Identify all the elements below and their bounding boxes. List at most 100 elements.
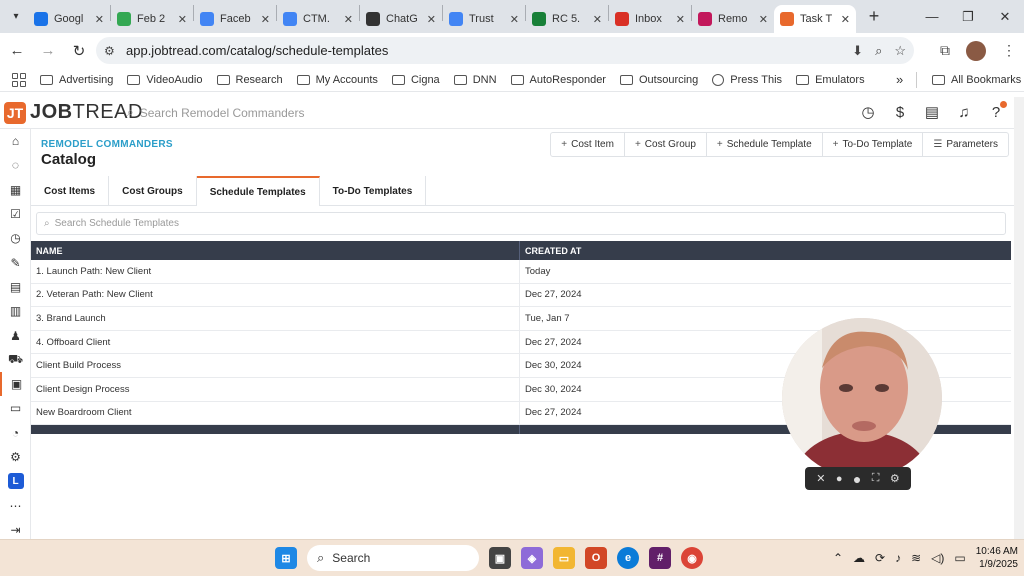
action-button-cost-group[interactable]: + Cost Group (625, 133, 707, 156)
workspace-item[interactable]: L (0, 469, 31, 493)
site-info-icon[interactable]: ⚙ (104, 44, 124, 58)
more-icon[interactable]: ⋯ (0, 493, 31, 517)
template-search-input[interactable]: ⌕ Search Schedule Templates (36, 212, 1006, 235)
profile-avatar[interactable] (966, 40, 986, 61)
clipboard-icon[interactable]: ▤ (922, 101, 942, 123)
help-icon[interactable]: ? (986, 101, 1007, 123)
bookmark-item[interactable]: My Accounts (296, 74, 378, 86)
battery-icon[interactable]: ▭ (954, 551, 965, 565)
action-button-parameters[interactable]: ☰ Parameters (923, 133, 1008, 156)
bell-icon[interactable]: ♫ (954, 101, 974, 123)
small-size-icon[interactable]: ● (836, 473, 843, 485)
dollar-icon[interactable]: $ (890, 101, 910, 123)
large-size-icon[interactable]: ● (853, 471, 861, 487)
browser-tab[interactable]: Task T ✕ (774, 5, 856, 33)
action-button-cost-item[interactable]: + Cost Item (551, 133, 625, 156)
webcam-overlay[interactable] (782, 318, 942, 478)
tab-schedule-templates[interactable]: Schedule Templates (196, 176, 320, 206)
settings-gear-icon[interactable]: ⚙ (0, 445, 31, 469)
close-window-icon[interactable]: ✕ (982, 0, 1024, 33)
tab-cost-items[interactable]: Cost Items (31, 176, 110, 206)
bookmark-item[interactable]: DNN (453, 74, 497, 86)
tab-close-icon[interactable]: ✕ (676, 13, 685, 26)
catalog-book-icon[interactable]: ▣ (0, 371, 31, 397)
wifi-icon[interactable]: ≋ (911, 551, 921, 565)
org-name[interactable]: REMODEL COMMANDERS (41, 139, 173, 150)
task-view-icon[interactable]: ▣ (489, 547, 511, 569)
template-name[interactable]: 2. Veteran Path: New Client (31, 283, 520, 307)
template-name[interactable]: New Boardroom Client (31, 401, 520, 425)
bookmark-item[interactable]: Outsourcing (619, 74, 698, 86)
chrome-icon[interactable]: ◉ (681, 547, 703, 569)
install-app-icon[interactable]: ⬇ (852, 43, 863, 59)
tasks-icon[interactable]: ☑ (0, 202, 31, 226)
browser-tab[interactable]: Feb 2 ✕ (111, 5, 193, 33)
file-explorer-icon[interactable]: ▭ (553, 547, 575, 569)
taskbar-clock[interactable]: 10:46 AM 1/9/2025 (976, 545, 1018, 571)
bookmark-item[interactable]: VideoAudio (127, 74, 203, 86)
forward-arrow-icon[interactable]: → (34, 37, 62, 65)
bookmark-item[interactable]: Press This (712, 73, 782, 86)
url-text[interactable]: app.jobtread.com/catalog/schedule-templa… (126, 43, 388, 58)
reports-pie-icon[interactable]: ◔ (0, 421, 31, 445)
time-icon[interactable]: ◷ (0, 226, 31, 250)
chat-icon[interactable]: ◌ (0, 153, 31, 177)
template-name[interactable]: 3. Brand Launch (31, 307, 520, 330)
tab-close-icon[interactable]: ✕ (510, 13, 519, 26)
bookmark-item[interactable]: Research (216, 74, 283, 86)
tab-to-do-templates[interactable]: To-Do Templates (320, 176, 427, 206)
column-header-created[interactable]: CREATED AT (520, 241, 1011, 260)
template-name[interactable]: 1. Launch Path: New Client (31, 260, 520, 283)
browser-tab[interactable]: RC 5. ✕ (526, 5, 608, 33)
tray-overflow-icon[interactable]: ⌃ (833, 551, 843, 565)
all-bookmarks-folder[interactable]: All Bookmarks (932, 74, 1021, 86)
tab-search-icon[interactable]: ▾ (4, 5, 28, 29)
extensions-puzzle-icon[interactable]: ⧉ (940, 42, 950, 59)
browser-tab[interactable]: CTM. ✕ (277, 5, 359, 33)
new-tab-button[interactable]: + (862, 6, 886, 27)
browser-tab[interactable]: Trust ✕ (443, 5, 525, 33)
global-search[interactable]: ⌕ Search Remodel Commanders (127, 105, 304, 120)
table-row[interactable]: 2. Veteran Path: New Client Dec 27, 2024 (31, 283, 1011, 308)
people-icon[interactable]: ♟ (0, 323, 31, 347)
bookmark-item[interactable]: AutoResponder (510, 74, 606, 86)
volume-icon[interactable]: ◁) (931, 551, 944, 565)
browser-tab[interactable]: Faceb ✕ (194, 5, 276, 33)
back-arrow-icon[interactable]: ← (3, 37, 31, 65)
url-bar[interactable]: ⚙ app.jobtread.com/catalog/schedule-temp… (96, 37, 914, 64)
page-scrollbar[interactable] (1014, 97, 1024, 539)
truck-icon[interactable]: ⛟ (0, 348, 31, 372)
tab-cost-groups[interactable]: Cost Groups (109, 176, 197, 206)
clock-icon[interactable]: ◷ (858, 101, 878, 123)
bookmark-star-icon[interactable]: ☆ (894, 43, 906, 59)
template-name[interactable]: Client Build Process (31, 354, 520, 377)
apps-grid-icon[interactable] (12, 72, 26, 87)
global-search-placeholder[interactable]: Search Remodel Commanders (140, 106, 305, 120)
table-row[interactable]: 1. Launch Path: New Client Today (31, 260, 1011, 284)
jobtread-logo-mark[interactable]: JT (4, 101, 26, 124)
bookmark-item[interactable]: Emulators (796, 74, 865, 86)
microphone-icon[interactable]: ♪ (895, 551, 901, 565)
documents-icon[interactable]: ▤ (0, 275, 31, 299)
office-icon[interactable]: O (585, 547, 607, 569)
zoom-icon[interactable]: ⌕ (875, 43, 882, 59)
slack-icon[interactable]: # (649, 547, 671, 569)
action-button-to-do-template[interactable]: + To-Do Template (823, 133, 924, 156)
edge-icon[interactable]: e (617, 547, 639, 569)
fullscreen-icon[interactable]: ⛶ (872, 472, 880, 485)
files-icon[interactable]: ▥ (0, 299, 31, 323)
browser-tab[interactable]: ChatG ✕ (360, 5, 442, 33)
tab-close-icon[interactable]: ✕ (344, 13, 353, 26)
column-header-name[interactable]: NAME (31, 241, 520, 260)
tab-close-icon[interactable]: ✕ (759, 13, 768, 26)
browser-tab[interactable]: Inbox ✕ (609, 5, 691, 33)
sync-icon[interactable]: ⟳ (875, 551, 885, 565)
close-camera-icon[interactable]: ✕ (816, 472, 825, 485)
tab-close-icon[interactable]: ✕ (95, 13, 104, 26)
browser-tab[interactable]: Remo ✕ (692, 5, 774, 33)
browser-tab[interactable]: Googl ✕ (28, 5, 110, 33)
action-button-schedule-template[interactable]: + Schedule Template (707, 133, 823, 156)
browser-menu-icon[interactable]: ⋮ (1002, 42, 1016, 59)
reload-icon[interactable]: ↻ (65, 37, 93, 65)
camera-settings-icon[interactable]: ⚙ (890, 472, 900, 485)
